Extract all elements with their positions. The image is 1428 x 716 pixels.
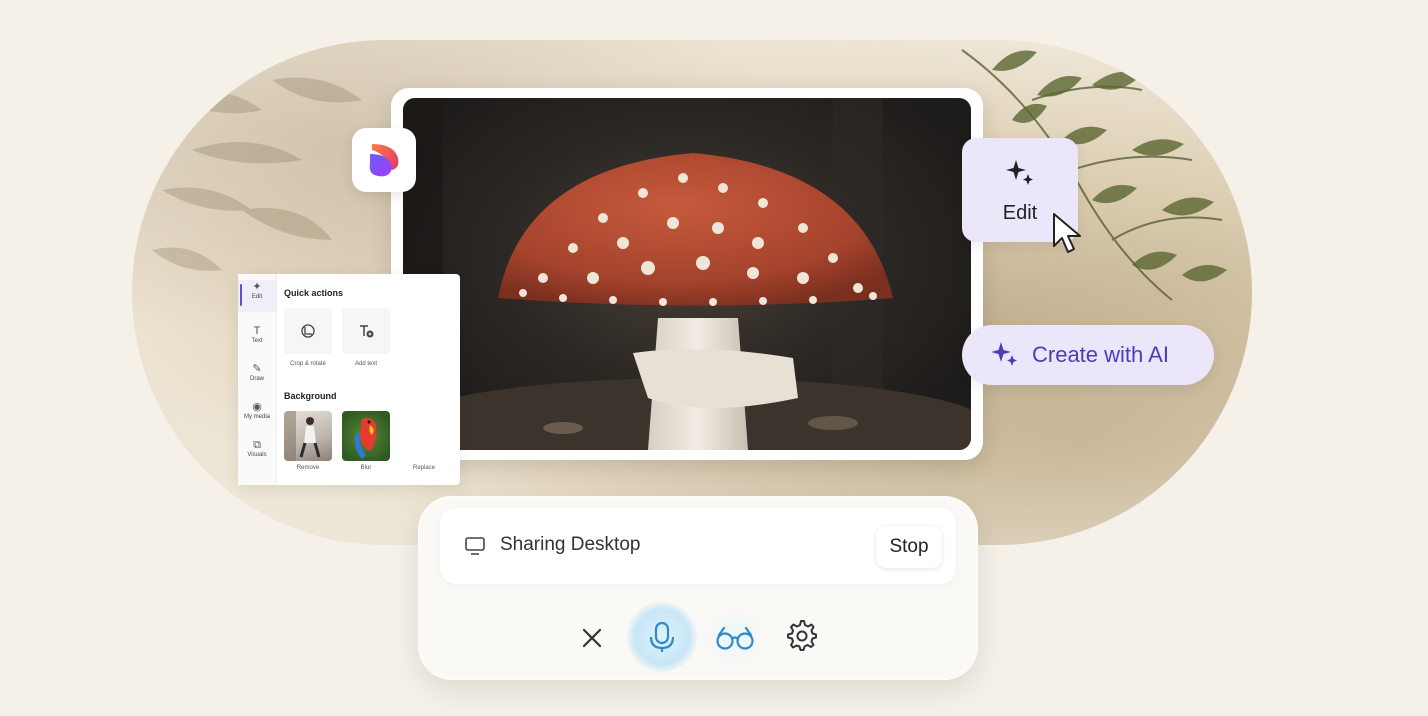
app-logo [352, 128, 416, 192]
close-button[interactable] [564, 610, 620, 666]
background-remove-thumb[interactable] [284, 411, 332, 461]
vision-button[interactable] [705, 608, 765, 668]
screen-share-dock: Sharing Desktop Stop [418, 496, 978, 680]
vision-glasses-icon [716, 626, 754, 650]
background-blur-thumb[interactable] [342, 411, 390, 461]
microphone-icon [649, 621, 675, 652]
create-with-ai-button[interactable]: Create with AI [962, 325, 1214, 385]
rail-item-text[interactable]: T Text [238, 324, 276, 344]
add-text-icon [360, 325, 374, 338]
close-icon [582, 628, 602, 648]
sparkle-icon [1006, 160, 1033, 185]
settings-button[interactable] [774, 608, 830, 664]
crop-rotate-label: Crop & rotate [290, 361, 326, 367]
edit-panel: ✦ Edit T Text ✎ Draw ◉ My media ⧉ Visual… [238, 274, 460, 485]
create-with-ai-label: Create with AI [1032, 342, 1169, 367]
background-heading: Background [284, 391, 337, 401]
mushroom-photo [403, 98, 971, 450]
sharing-status-text: Sharing Desktop [500, 534, 641, 555]
quick-actions-heading: Quick actions [284, 288, 344, 298]
media-icon: ◉ [252, 401, 262, 413]
crop-rotate-icon [301, 324, 315, 338]
microphone-button[interactable] [627, 602, 697, 672]
background-replace-label[interactable]: Replace [394, 465, 454, 471]
rail-item-visuals[interactable]: ⧉ Visuals [238, 438, 276, 458]
rail-item-edit[interactable]: ✦ Edit [238, 280, 276, 312]
background-blur-label: Blur [360, 465, 372, 471]
text-icon: T [253, 325, 261, 337]
settings-gear-icon [787, 620, 817, 651]
crop-rotate-button[interactable] [284, 308, 332, 354]
sparkle-icon: ✦ [252, 281, 262, 293]
mouse-cursor-icon [1053, 213, 1081, 253]
pen-icon: ✎ [252, 363, 262, 375]
tool-rail: ✦ Edit T Text ✎ Draw ◉ My media ⧉ Visual… [238, 274, 277, 485]
monitor-icon [465, 537, 485, 555]
sharing-status-bar: Sharing Desktop Stop [440, 508, 956, 584]
background-remove-label: Remove [296, 465, 320, 471]
photo-card [391, 88, 983, 460]
rail-item-draw[interactable]: ✎ Draw [238, 362, 276, 382]
shapes-icon: ⧉ [253, 439, 261, 451]
sparkle-icon [990, 340, 1020, 370]
add-text-label: Add text [354, 361, 377, 367]
rail-item-my-media[interactable]: ◉ My media [238, 400, 276, 420]
brand-logo-icon [369, 144, 399, 177]
stop-sharing-button[interactable]: Stop [876, 526, 942, 568]
add-text-button[interactable] [342, 308, 390, 354]
